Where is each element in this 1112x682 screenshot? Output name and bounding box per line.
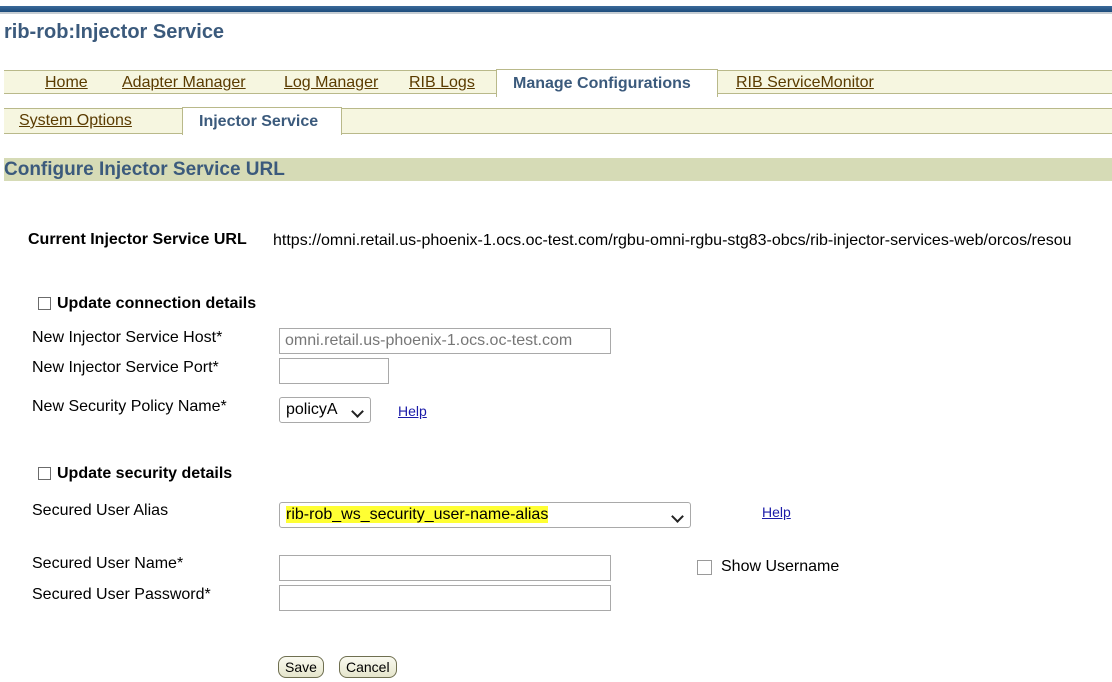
policy-select[interactable]: policyA [279, 397, 371, 423]
page-title: rib-rob:Injector Service [4, 21, 225, 43]
chevron-down-icon [351, 405, 364, 418]
host-input[interactable] [279, 328, 611, 354]
show-username-label: Show Username [721, 558, 840, 575]
subtab-injector-service[interactable]: Injector Service [182, 107, 342, 135]
port-input[interactable] [279, 358, 389, 384]
tab-adapter-manager[interactable]: Adapter Manager [122, 74, 246, 92]
port-label: New Injector Service Port* [32, 359, 219, 376]
show-username-checkbox[interactable] [697, 560, 712, 575]
tab-rib-logs[interactable]: RIB Logs [409, 74, 475, 92]
password-label: Secured User Password* [32, 586, 211, 603]
tab-home[interactable]: Home [45, 74, 88, 92]
chevron-down-icon [671, 510, 684, 523]
alias-help-link[interactable]: Help [762, 504, 791, 520]
section-header: Configure Injector Service URL [4, 158, 1112, 181]
top-banner-divider [0, 12, 1112, 14]
policy-label: New Security Policy Name* [32, 398, 227, 415]
cancel-button[interactable]: Cancel [339, 656, 397, 678]
username-label: Secured User Name* [32, 555, 184, 572]
policy-select-value: policyA [286, 401, 338, 418]
save-button[interactable]: Save [278, 656, 324, 678]
update-connection-label: Update connection details [57, 295, 257, 312]
update-connection-checkbox[interactable] [38, 297, 51, 310]
sub-tab-bar: System Options Injector Service [4, 107, 1112, 135]
alias-label: Secured User Alias [32, 502, 169, 519]
alias-select[interactable]: rib-rob_ws_security_user-name-alias [279, 502, 691, 528]
tab-log-manager[interactable]: Log Manager [284, 74, 378, 92]
update-security-checkbox[interactable] [38, 467, 51, 480]
policy-help-link[interactable]: Help [398, 403, 427, 419]
current-url-value: https://omni.retail.us-phoenix-1.ocs.oc-… [273, 232, 1072, 249]
subtab-system-options[interactable]: System Options [19, 112, 132, 130]
username-input[interactable] [279, 555, 611, 581]
password-input[interactable] [279, 585, 611, 611]
alias-select-value: rib-rob_ws_security_user-name-alias [286, 506, 549, 523]
current-url-label: Current Injector Service URL [28, 231, 247, 248]
tab-manage-configurations[interactable]: Manage Configurations [496, 69, 718, 97]
tab-rib-servicemonitor[interactable]: RIB ServiceMonitor [736, 74, 874, 92]
host-label: New Injector Service Host* [32, 329, 223, 346]
update-security-label: Update security details [57, 465, 233, 482]
main-tab-bar: Home Adapter Manager Log Manager RIB Log… [4, 69, 1112, 97]
